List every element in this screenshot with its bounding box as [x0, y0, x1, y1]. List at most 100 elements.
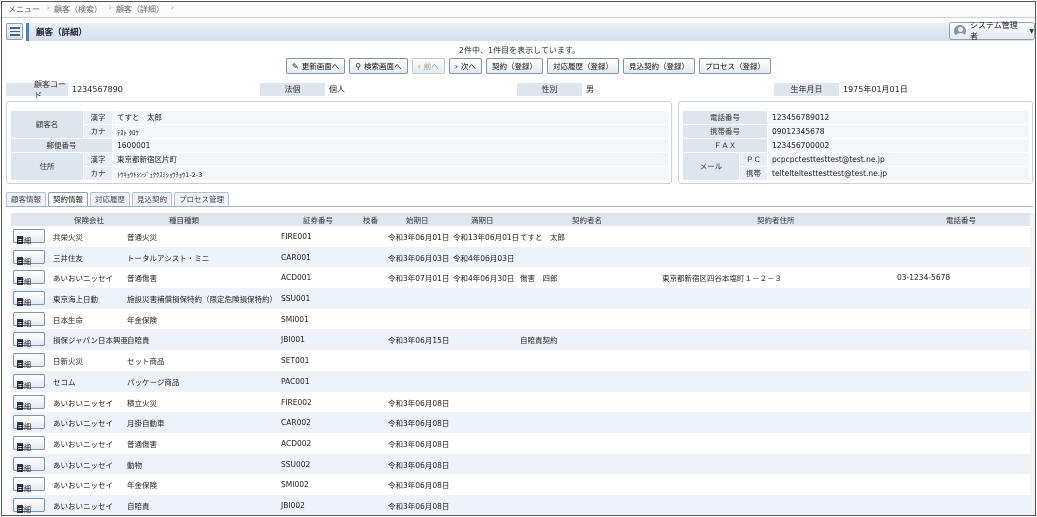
detail-button[interactable]: 詳細 — [13, 229, 45, 245]
prev-button[interactable]: ‹ 前へ — [411, 58, 445, 74]
process-register-button[interactable]: プロセス（登録） — [698, 58, 771, 74]
detail-button-label: 詳細 — [17, 443, 31, 452]
hamburger-menu-button[interactable] — [6, 23, 23, 40]
user-name: システム管理者 — [969, 21, 1018, 41]
cell-tel: 03-1234-5678 — [897, 273, 951, 283]
record-info-text: 2件中、1件目を表示しています。 — [458, 46, 581, 55]
col-holder-address[interactable]: 契約者住所 — [757, 215, 795, 226]
detail-button[interactable]: 詳細 — [13, 435, 45, 452]
col-start[interactable]: 始期日 — [406, 215, 429, 226]
table-row: 詳細 日本生命 年金保険 SMI001 — [11, 308, 1030, 330]
table-row: 詳細 あいおいニッセイ 動物 SSU002 令和3年06月08日 — [11, 453, 1030, 475]
zip-label: 郵便番号 — [11, 139, 112, 152]
detail-button[interactable]: 詳細 — [13, 415, 45, 431]
breadcrumb-menu[interactable]: メニュー › — [8, 3, 50, 15]
breadcrumb-label: 顧客（詳細） — [116, 5, 164, 14]
detail-button-label: 詳細 — [17, 505, 31, 514]
detail-button-label: 詳細 — [17, 402, 31, 411]
to-update-button[interactable]: ✎ 更新画面へ — [286, 58, 346, 74]
to-search-button[interactable]: ⚲ 検索画面へ — [349, 58, 408, 74]
user-menu-button[interactable]: システム管理者 ▼ — [949, 21, 1035, 41]
col-end[interactable]: 満期日 — [471, 215, 494, 226]
prospect-register-button[interactable]: 見込契約（登録） — [622, 58, 695, 74]
detail-button[interactable]: 詳細 — [13, 373, 45, 390]
next-button[interactable]: › 次へ — [448, 58, 482, 74]
mobile-mail-value: teltelteltesttesttest@test.ne.jp — [768, 167, 1029, 180]
breadcrumb-customer-detail: 顧客（詳細） › — [116, 3, 174, 15]
tab-contract-info[interactable]: 契約情報 — [48, 192, 88, 206]
detail-button-label: 詳細 — [17, 464, 31, 473]
cell-policy: ACD001 — [281, 273, 312, 283]
cell-insurer: セコム — [53, 377, 76, 387]
col-insurer[interactable]: 保険会社 — [74, 215, 104, 226]
history-register-button[interactable]: 対応履歴（登録） — [546, 58, 619, 74]
detail-button[interactable]: 詳細 — [13, 394, 45, 411]
cell-end-date: 令和13年06月01日 — [453, 233, 520, 242]
detail-button-label: 詳細 — [17, 340, 31, 349]
tab-customer-info[interactable]: 顧客情報 — [6, 192, 46, 206]
cell-kind: 普通傷害 — [127, 439, 157, 449]
contract-register-button[interactable]: 契約（登録） — [485, 58, 543, 74]
contract-grid: 保険会社 種目種類 証券番号 枝番 始期日 満期日 契約者名 契約者住所 電話番… — [11, 213, 1030, 515]
cell-holder: 自賠責契約 — [520, 336, 558, 346]
detail-button[interactable]: 詳細 — [13, 270, 45, 286]
col-branch[interactable]: 枝番 — [363, 215, 378, 226]
cell-policy: FIRE001 — [281, 232, 312, 241]
table-row: 詳細 あいおいニッセイ 積立火災 FIRE002 令和3年06月08日 — [11, 391, 1030, 413]
pc-mail-label: ＰＣ — [740, 153, 767, 166]
detail-button[interactable]: 詳細 — [13, 456, 45, 473]
detail-button[interactable]: 詳細 — [13, 249, 45, 266]
customer-contact-panel: 電話番号 123456789012 携帯番号 09012345678 ＦＡＸ 1… — [678, 101, 1033, 184]
table-row: 詳細 日新火災 セット商品 SET001 — [11, 350, 1030, 371]
detail-button[interactable]: 詳細 — [13, 353, 45, 369]
table-row: 詳細 あいおいニッセイ 自賠責 JBI002 令和3年06月08日 — [11, 494, 1030, 515]
breadcrumb-label: メニュー — [8, 5, 40, 14]
detail-button[interactable]: 詳細 — [13, 332, 45, 349]
chevron-right-icon: › — [454, 61, 458, 71]
cell-insurer: あいおいニッセイ — [53, 460, 113, 470]
user-avatar-icon — [954, 25, 966, 37]
grid-body: 詳細 共栄火災 普通火災 FIRE001 令和3年06月01日 令和13年06月01日 てす… — [11, 226, 1030, 515]
cell-start-date: 令和3年06月15日 — [388, 336, 450, 346]
cell-kind: 動物 — [127, 460, 142, 470]
hamburger-icon-line — [9, 30, 20, 33]
cell-kind: 月掛自動車 — [127, 419, 165, 429]
cell-insurer: あいおいニッセイ — [53, 439, 113, 449]
cell-end-date: 令和4年06月30日 — [453, 274, 515, 284]
col-tel[interactable]: 電話番号 — [946, 215, 976, 226]
detail-button-label: 詳細 — [17, 485, 31, 494]
tab-history[interactable]: 対応履歴 — [90, 192, 130, 206]
address-kana-label: カナ — [84, 167, 112, 180]
fax-value: 123456700002 — [768, 139, 1029, 152]
cell-holder-address: 東京都新宿区四谷本塩町１－２－３ — [662, 274, 782, 284]
tab-prospect[interactable]: 見込契約 — [132, 192, 172, 206]
cell-start-date: 令和3年06月08日 — [388, 460, 450, 470]
cell-holder: てすと 太郎 — [520, 233, 565, 242]
cell-policy: FIRE002 — [281, 397, 312, 407]
chevron-left-icon: ‹ — [417, 61, 421, 71]
grid-scrollbar[interactable] — [1030, 213, 1035, 515]
detail-button[interactable]: 詳細 — [13, 497, 45, 514]
detail-button[interactable]: 詳細 — [13, 291, 45, 308]
cell-start-date: 令和3年07月01日 — [388, 274, 450, 284]
cell-start-date: 令和3年06月08日 — [388, 439, 450, 449]
detail-button[interactable]: 詳細 — [13, 311, 45, 328]
customer-code-label: 顧客コード — [6, 80, 68, 100]
customer-name-label: 顧客名 — [11, 111, 83, 138]
cell-start-date: 令和3年06月08日 — [388, 419, 450, 429]
cell-kind: パッケージ商品 — [127, 377, 180, 387]
col-policy[interactable]: 証券番号 — [303, 215, 333, 226]
search-icon: ⚲ — [355, 61, 362, 71]
col-holder[interactable]: 契約者名 — [572, 215, 602, 226]
breadcrumb-customer-search[interactable]: 顧客（検索） › — [54, 3, 112, 15]
tab-process[interactable]: プロセス管理 — [174, 192, 229, 206]
col-kind[interactable]: 種目種類 — [169, 215, 199, 226]
detail-button[interactable]: 詳細 — [13, 477, 45, 494]
name-kanji-label: 漢字 — [84, 111, 112, 124]
mail-label: メール — [683, 153, 739, 180]
grid-header: 保険会社 種目種類 証券番号 枝番 始期日 満期日 契約者名 契約者住所 電話番… — [11, 213, 1030, 226]
detail-button-label: 詳細 — [17, 299, 31, 308]
cell-insurer: 共栄火災 — [53, 233, 83, 242]
cell-kind: 普通火災 — [127, 233, 157, 242]
chevron-right-icon: › — [108, 3, 112, 12]
